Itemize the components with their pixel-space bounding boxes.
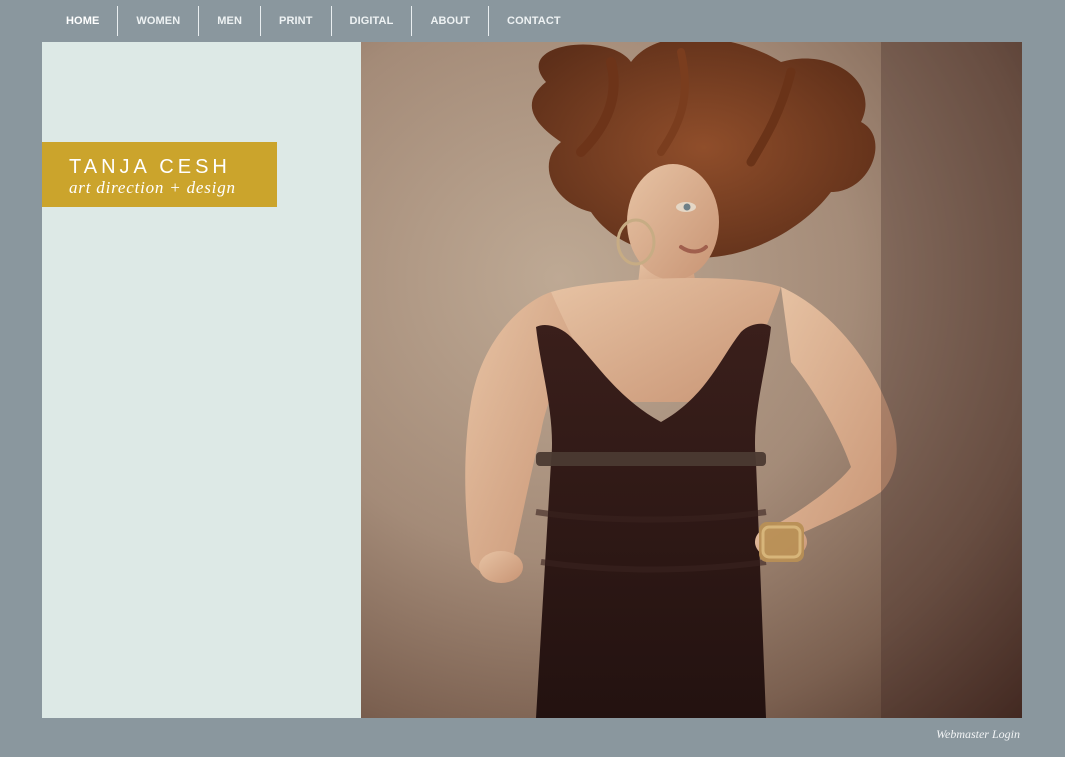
content-area: TANJA CESH art direction + design bbox=[42, 42, 1022, 718]
brand-tagline: art direction + design bbox=[69, 178, 236, 197]
brand-logo[interactable]: TANJA CESH art direction + design bbox=[42, 142, 277, 207]
nav-men[interactable]: MEN bbox=[199, 6, 262, 36]
webmaster-login-link[interactable]: Webmaster Login bbox=[936, 727, 1020, 742]
hero-photo bbox=[361, 42, 1022, 718]
model-illustration bbox=[465, 42, 1022, 718]
main-nav: HOME WOMEN MEN PRINT DIGITAL ABOUT CONTA… bbox=[48, 6, 579, 36]
nav-about[interactable]: ABOUT bbox=[412, 6, 490, 36]
nav-home[interactable]: HOME bbox=[48, 6, 119, 36]
nav-contact[interactable]: CONTACT bbox=[489, 6, 579, 36]
nav-print[interactable]: PRINT bbox=[261, 6, 332, 36]
brand-name: TANJA CESH bbox=[69, 156, 231, 178]
nav-women[interactable]: WOMEN bbox=[118, 6, 200, 36]
nav-digital[interactable]: DIGITAL bbox=[332, 6, 413, 36]
left-panel: TANJA CESH art direction + design bbox=[42, 42, 361, 718]
